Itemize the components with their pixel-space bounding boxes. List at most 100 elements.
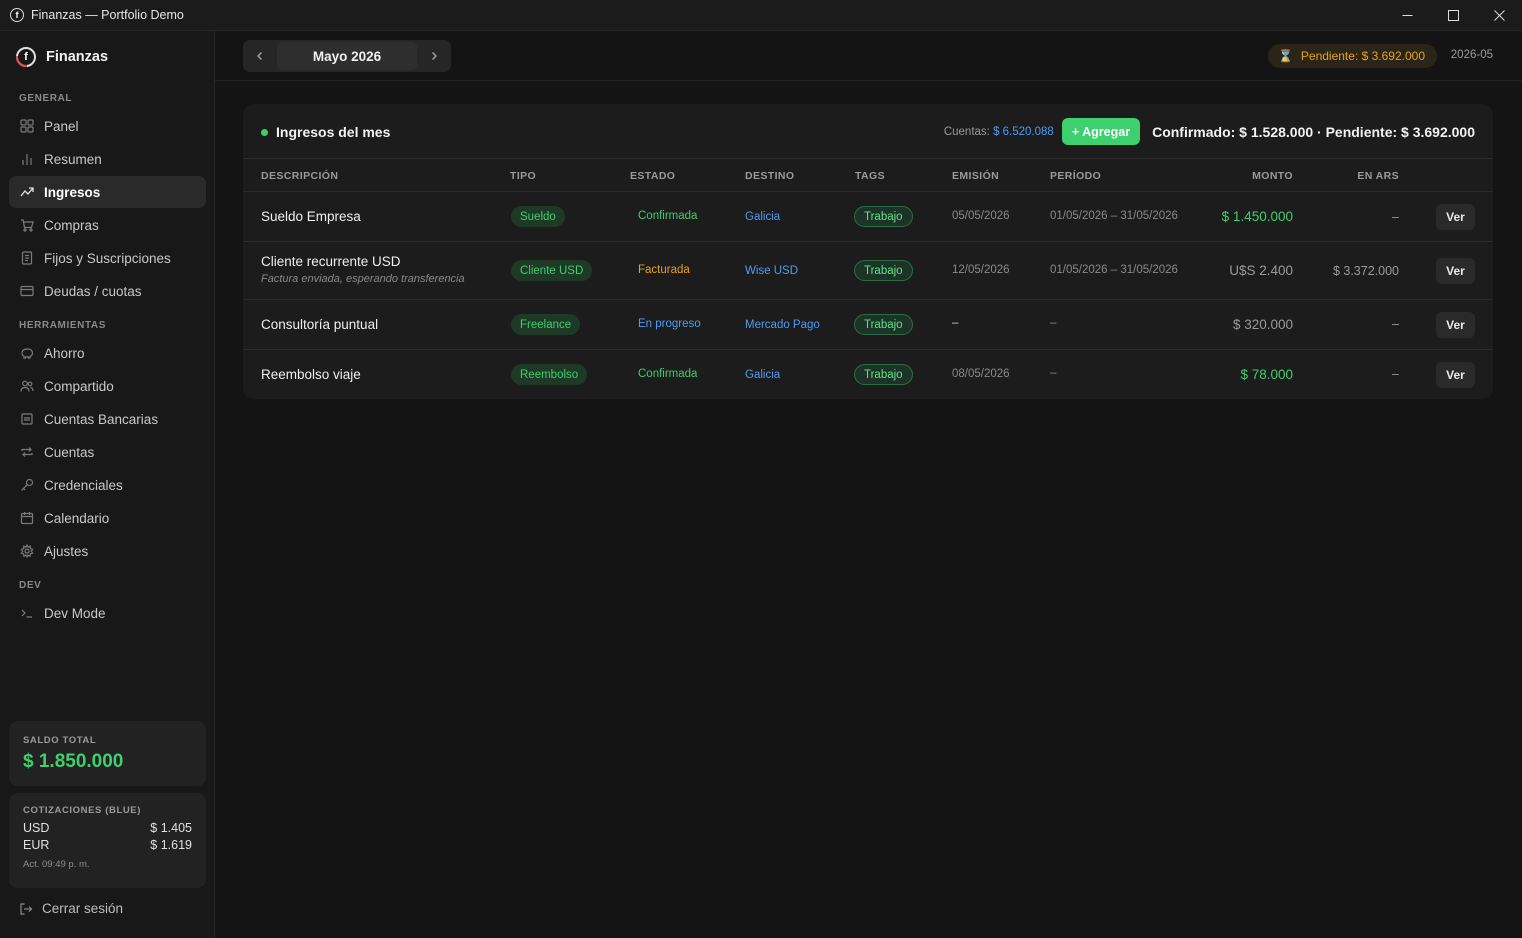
cuentas-label: Cuentas: [943, 125, 990, 138]
col-estado[interactable]: ESTADO [630, 170, 675, 182]
estado-status: Confirmada [638, 368, 698, 380]
destino-link[interactable]: Wise USD [745, 265, 798, 277]
sidebar-item-dev-mode[interactable]: Dev Mode [9, 597, 206, 629]
col-destino[interactable]: DESTINO [745, 170, 794, 182]
cuentas-value: $ 6.520.088 [993, 125, 1054, 138]
sidebar-item-cuentas[interactable]: Cuentas [9, 436, 206, 468]
receipt-icon [20, 251, 34, 265]
brand[interactable]: f Finanzas [16, 47, 108, 67]
logout-icon [19, 902, 33, 916]
periodo-range: – [1050, 367, 1057, 379]
sidebar-item-compartido[interactable]: Compartido [9, 370, 206, 402]
ver-button[interactable]: Ver [1436, 258, 1475, 284]
window-titlebar: f Finanzas — Portfolio Demo [0, 0, 1522, 31]
bank-icon [20, 412, 34, 426]
saldo-label: SALDO TOTAL [23, 735, 97, 746]
maximize-icon [1447, 10, 1459, 21]
logout-button[interactable]: Cerrar sesión [19, 901, 123, 916]
ars-value: $ 3.372.000 [1332, 264, 1399, 278]
row-description-title: Cliente recurrente USD [261, 254, 401, 269]
sidebar-item-panel[interactable]: Panel [9, 110, 206, 142]
destino-link[interactable]: Galicia [745, 211, 780, 223]
close-button[interactable] [1476, 0, 1522, 31]
rate-row-usd: USD $ 1.405 [23, 821, 192, 835]
calendar-icon [20, 511, 34, 525]
sidebar-item-label: Compartido [44, 378, 114, 394]
col-monto[interactable]: MONTO [1193, 170, 1293, 182]
rate-value: $ 1.619 [150, 838, 192, 852]
ver-button[interactable]: Ver [1436, 204, 1475, 230]
sidebar-item-ajustes[interactable]: Ajustes [9, 535, 206, 567]
col-descripcion[interactable]: DESCRIPCIÓN [261, 170, 338, 182]
col-emision[interactable]: EMISIÓN [952, 170, 999, 182]
sidebar-item-fijos[interactable]: Fijos y Suscripciones [9, 242, 206, 274]
ars-value: – [1392, 367, 1399, 381]
table-row[interactable]: Cliente recurrente USD Factura enviada, … [243, 242, 1493, 300]
rate-currency: USD [23, 821, 50, 835]
saldo-total-card: SALDO TOTAL $ 1.850.000 [9, 721, 206, 786]
finanzas-app-icon: f [10, 8, 24, 22]
col-tipo[interactable]: TIPO [510, 170, 536, 182]
rate-value: $ 1.405 [150, 821, 192, 835]
tag-badge: Trabajo [854, 314, 913, 335]
destino-link[interactable]: Galicia [745, 369, 780, 381]
table-row[interactable]: Consultoría puntual Freelance En progres… [243, 300, 1493, 350]
panel-header: Ingresos del mes Cuentas: $ 6.520.088 + … [243, 104, 1493, 159]
rate-currency: EUR [23, 838, 50, 852]
col-periodo[interactable]: PERÍODO [1050, 170, 1101, 182]
bar-chart-icon [20, 152, 34, 166]
table-row[interactable]: Reembolso viaje Reembolso Confirmada Gal… [243, 350, 1493, 399]
panel-title-text: Ingresos del mes [276, 124, 391, 140]
sidebar-item-ingresos[interactable]: Ingresos [9, 176, 206, 208]
minimize-icon [1402, 15, 1412, 16]
col-en-ars[interactable]: EN ARS [1299, 170, 1399, 182]
cotizaciones-card: COTIZACIONES (BLUE) USD $ 1.405 EUR $ 1.… [9, 793, 206, 888]
next-month-button[interactable] [417, 40, 451, 72]
maximize-button[interactable] [1430, 0, 1476, 31]
tipo-badge: Cliente USD [511, 260, 593, 281]
row-description: Reembolso viaje [261, 367, 361, 382]
row-description: Sueldo Empresa [261, 209, 361, 224]
tipo-badge: Reembolso [511, 364, 588, 385]
emision-date: 05/05/2026 [952, 210, 1010, 222]
ingresos-panel: Ingresos del mes Cuentas: $ 6.520.088 + … [243, 104, 1493, 399]
sidebar-item-label: Compras [44, 217, 99, 233]
section-herramientas: HERRAMIENTAS [19, 320, 107, 331]
sidebar-item-deudas[interactable]: Deudas / cuotas [9, 275, 206, 307]
sidebar-item-label: Cuentas [44, 444, 95, 460]
repeat-icon [20, 445, 34, 459]
sidebar-item-cuentas-bancarias[interactable]: Cuentas Bancarias [9, 403, 206, 435]
logout-label: Cerrar sesión [42, 901, 124, 916]
panel-header-actions: Cuentas: $ 6.520.088 + Agregar Confirmad… [944, 118, 1475, 145]
minimize-button[interactable] [1384, 0, 1430, 31]
status-dot [261, 128, 268, 136]
sidebar-item-resumen[interactable]: Resumen [9, 143, 206, 175]
add-ingreso-button[interactable]: + Agregar [1061, 118, 1141, 145]
current-month[interactable]: Mayo 2026 [277, 42, 417, 70]
sidebar-item-calendario[interactable]: Calendario [9, 502, 206, 534]
sidebar-item-ahorro[interactable]: Ahorro [9, 337, 206, 369]
sidebar-item-label: Calendario [44, 510, 110, 526]
col-tags[interactable]: TAGS [855, 170, 885, 182]
destino-link[interactable]: Mercado Pago [745, 319, 820, 331]
window-controls [1384, 0, 1522, 31]
month-picker: Mayo 2026 [243, 40, 451, 72]
sidebar-item-compras[interactable]: Compras [9, 209, 206, 241]
table-row[interactable]: Sueldo Empresa Sueldo Confirmada Galicia… [243, 192, 1493, 242]
tag-badge: Trabajo [854, 364, 913, 385]
sidebar-item-label: Credenciales [44, 477, 123, 493]
sidebar-item-label: Ahorro [44, 345, 85, 361]
table-header: DESCRIPCIÓN TIPO ESTADO DESTINO TAGS EMI… [243, 159, 1493, 192]
gear-icon [20, 544, 34, 558]
terminal-icon [20, 606, 34, 620]
cart-icon [20, 218, 34, 232]
sidebar-item-credenciales[interactable]: Credenciales [9, 469, 206, 501]
ver-button[interactable]: Ver [1436, 362, 1475, 388]
ver-button[interactable]: Ver [1436, 312, 1475, 338]
estado-status: Confirmada [638, 210, 698, 222]
chevron-right-icon [432, 52, 437, 60]
estado-status: Facturada [638, 264, 690, 276]
ars-value: – [1392, 317, 1399, 331]
tipo-badge: Freelance [511, 314, 581, 335]
prev-month-button[interactable] [243, 40, 277, 72]
